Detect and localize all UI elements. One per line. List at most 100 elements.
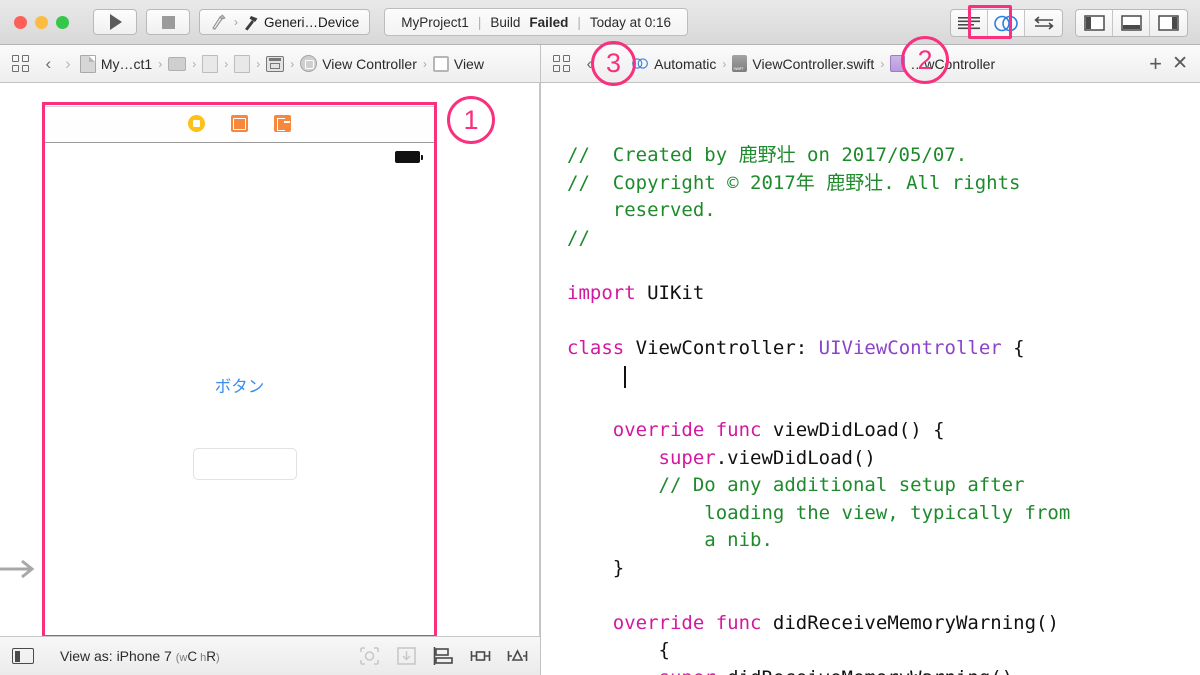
code-line: { xyxy=(567,637,1200,665)
code-line: // Created by 鹿野壮 on 2017/05/07. xyxy=(567,142,1200,170)
toolbar: › Generi…Device MyProject1 | Build Faile… xyxy=(0,0,1200,45)
code-token: override func xyxy=(612,419,762,441)
assistant-symbol-item[interactable]: …wController xyxy=(888,55,997,72)
stop-button[interactable] xyxy=(146,9,190,35)
swift-file-icon xyxy=(732,55,748,72)
ib-text-field[interactable] xyxy=(193,448,297,480)
scheme-chevron-icon: › xyxy=(234,15,238,29)
run-stop-group xyxy=(93,9,199,35)
breadcrumb-storyboard[interactable] xyxy=(264,55,286,72)
version-editor-button[interactable] xyxy=(1025,10,1062,36)
toggle-document-outline-button[interactable] xyxy=(12,648,34,664)
view-icon xyxy=(432,55,449,72)
toolbar-right-group xyxy=(950,9,1188,37)
code-token: a nib. xyxy=(567,529,773,551)
status-build-state: Failed xyxy=(529,14,569,30)
scheme-selector[interactable]: › Generi…Device xyxy=(199,9,371,35)
breadcrumb-view[interactable]: View xyxy=(431,55,486,72)
close-assistant-editor-button[interactable]: ✕ xyxy=(1172,52,1188,75)
assistant-mode-item[interactable]: Automatic xyxy=(629,56,718,72)
scene-view-controller-icon[interactable] xyxy=(188,115,205,132)
source-code-editor[interactable]: // Created by 鹿野壮 on 2017/05/07.// Copyr… xyxy=(540,83,1200,675)
scene-dock xyxy=(45,105,434,143)
view-as-control[interactable]: View as: iPhone 7 (wC hR) xyxy=(60,648,220,664)
standard-editor-button[interactable] xyxy=(951,10,988,36)
breadcrumb-sep-4: › xyxy=(256,56,261,71)
assistant-sep-1: › xyxy=(722,56,727,71)
stop-icon xyxy=(161,15,175,29)
update-frames-button[interactable] xyxy=(359,646,380,666)
align-icon xyxy=(433,647,453,665)
code-line: // xyxy=(567,225,1200,253)
breadcrumb-file-2[interactable] xyxy=(232,54,252,73)
swap-arrows-icon xyxy=(1033,16,1054,30)
code-token: // xyxy=(567,144,613,166)
breadcrumb-sep-6: › xyxy=(422,56,427,71)
activity-status-bar[interactable]: MyProject1 | Build Failed | Today at 0:1… xyxy=(384,8,688,36)
breadcrumb-view-label: View xyxy=(453,55,484,72)
scheme-label: Generi…Device xyxy=(264,14,360,30)
code-token: { xyxy=(1001,336,1025,359)
minimize-button[interactable] xyxy=(35,15,48,29)
interface-builder-canvas[interactable]: ボタン xyxy=(0,83,540,636)
breadcrumb-folder[interactable] xyxy=(166,56,188,71)
resolve-auto-layout-issues-button[interactable] xyxy=(396,646,417,666)
align-button[interactable] xyxy=(433,646,454,666)
breadcrumb-sep-3: › xyxy=(224,56,229,71)
play-icon xyxy=(110,14,122,30)
breadcrumb-project-label: My…ct1 xyxy=(100,55,153,72)
assistant-file-item[interactable]: ViewController.swift xyxy=(730,55,876,72)
close-button[interactable] xyxy=(14,15,27,29)
breadcrumb-file-1[interactable] xyxy=(200,54,220,73)
code-token: { xyxy=(567,639,670,661)
ib-button[interactable]: ボタン xyxy=(45,373,434,397)
editor-mode-group xyxy=(950,9,1063,37)
code-token: UIKit xyxy=(635,281,705,304)
assistant-back-button[interactable]: ‹ xyxy=(580,54,600,74)
code-line: super.didReceiveMemoryWarning() xyxy=(567,665,1200,675)
storyboard-entry-point-arrow xyxy=(0,559,35,579)
toggle-utilities-button[interactable] xyxy=(1150,10,1187,36)
run-button[interactable] xyxy=(93,9,137,35)
code-line: loading the view, typically from xyxy=(567,500,1200,528)
assistant-file-label: ViewController.swift xyxy=(752,55,875,72)
breadcrumb-view-controller[interactable]: View Controller xyxy=(298,55,419,72)
code-token: class xyxy=(567,336,625,359)
toggle-navigator-button[interactable] xyxy=(1076,10,1113,36)
view-controller-scene[interactable]: ボタン xyxy=(42,102,437,636)
code-line xyxy=(567,390,1200,418)
class-icon xyxy=(890,55,906,72)
resolve-issues-icon xyxy=(397,647,416,665)
size-class-h-val: R xyxy=(206,649,217,664)
view-as-prefix: View as: xyxy=(60,648,113,664)
navigator-panel-icon xyxy=(1083,15,1105,31)
embed-in-stack-button[interactable] xyxy=(507,646,528,666)
view-controller-icon xyxy=(300,55,318,72)
add-assistant-editor-button[interactable]: + xyxy=(1149,51,1162,77)
jumpbar-back-button[interactable]: ‹ xyxy=(39,54,59,74)
related-items-icon-assistant[interactable] xyxy=(553,55,570,72)
assistant-editor-button[interactable] xyxy=(988,10,1025,36)
code-line: // Do any additional setup after xyxy=(567,472,1200,500)
scene-first-responder-icon[interactable] xyxy=(231,115,248,132)
breadcrumb-sep-5: › xyxy=(290,56,295,71)
scene-exit-icon[interactable] xyxy=(274,115,291,132)
toggle-debug-area-button[interactable] xyxy=(1113,10,1150,36)
breadcrumb-project[interactable]: My…ct1 xyxy=(78,54,154,73)
status-sep-2: | xyxy=(577,14,581,30)
related-items-icon[interactable] xyxy=(12,55,29,72)
code-token: import xyxy=(567,281,636,304)
breadcrumb-vc-label: View Controller xyxy=(322,55,417,72)
project-icon xyxy=(79,54,96,73)
assistant-editor-icon xyxy=(994,15,1018,31)
code-line: override func didReceiveMemoryWarning() xyxy=(567,610,1200,638)
add-new-constraints-button[interactable] xyxy=(470,646,491,666)
breadcrumb-sep-2: › xyxy=(192,56,197,71)
jumpbar-forward-button[interactable]: › xyxy=(58,54,78,74)
zoom-button[interactable] xyxy=(56,15,69,29)
code-token: Created by 鹿野壮 on 2017/05/07. xyxy=(612,144,968,166)
